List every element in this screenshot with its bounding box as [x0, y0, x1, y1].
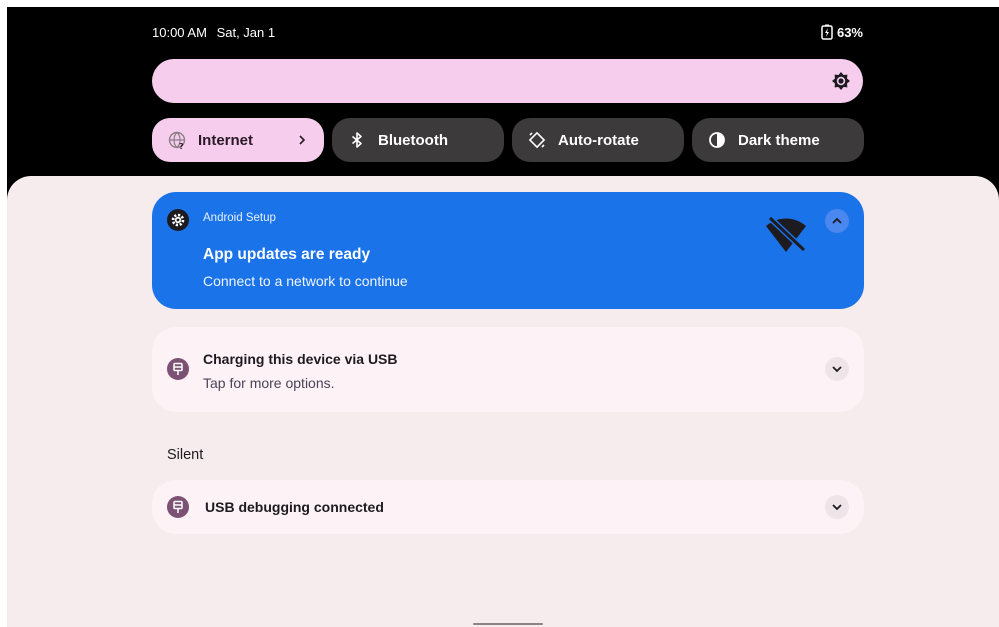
svg-text:?: ?: [179, 142, 184, 149]
shade-drag-handle[interactable]: [473, 623, 543, 625]
notification-title: App updates are ready: [203, 246, 371, 263]
chevron-up-icon: [832, 217, 842, 224]
wifi-unknown-icon: ?: [168, 131, 186, 149]
brightness-icon: [832, 72, 850, 90]
notification-text: Connect to a network to continue: [203, 273, 408, 289]
tile-auto-rotate[interactable]: Auto-rotate: [512, 118, 684, 162]
expand-button[interactable]: [825, 357, 849, 381]
notification-title: Charging this device via USB: [203, 351, 398, 367]
dark-theme-icon: [709, 132, 725, 148]
battery-charging-icon: [821, 24, 833, 40]
expand-button[interactable]: [825, 495, 849, 519]
notification-android-setup[interactable]: Android Setup App updates are ready Conn…: [152, 192, 864, 309]
settings-gear-icon: [167, 209, 189, 231]
tile-bluetooth[interactable]: Bluetooth: [332, 118, 504, 162]
notification-app-name: Android Setup: [203, 212, 276, 224]
notification-usb-charging[interactable]: Charging this device via USB Tap for mor…: [152, 327, 864, 412]
quick-settings-tiles: ? Internet Bluetooth Auto-rotate Dark th…: [152, 118, 864, 162]
status-bar: 10:00 AM Sat, Jan 1 63%: [152, 21, 863, 43]
status-date: Sat, Jan 1: [216, 24, 276, 40]
wifi-off-icon: [766, 215, 807, 253]
chevron-down-icon: [832, 366, 842, 373]
collapse-button[interactable]: [825, 209, 849, 233]
status-time-date: 10:00 AM Sat, Jan 1: [152, 25, 281, 40]
bluetooth-icon: [351, 132, 362, 148]
battery-indicator: 63%: [821, 24, 863, 40]
tile-internet[interactable]: ? Internet: [152, 118, 324, 162]
tile-bluetooth-label: Bluetooth: [378, 131, 448, 149]
tile-internet-label: Internet: [198, 131, 254, 149]
notification-text: Tap for more options.: [203, 375, 335, 391]
status-time: 10:00 AM: [152, 24, 207, 40]
notification-usb-debugging[interactable]: USB debugging connected: [152, 480, 864, 534]
chevron-down-icon: [832, 504, 842, 511]
auto-rotate-icon: [528, 131, 546, 149]
brightness-slider[interactable]: [152, 59, 863, 103]
usb-icon: [167, 496, 189, 518]
tile-auto-rotate-label: Auto-rotate: [558, 131, 639, 149]
tile-dark-theme[interactable]: Dark theme: [692, 118, 864, 162]
section-label-silent: Silent: [167, 447, 204, 463]
battery-level: 63%: [836, 24, 863, 40]
usb-icon: [167, 358, 189, 380]
screen: 10:00 AM Sat, Jan 1 63% ? Internet Bluet…: [7, 7, 999, 627]
notification-title: USB debugging connected: [205, 499, 384, 515]
chevron-right-icon: [299, 135, 306, 145]
tile-dark-theme-label: Dark theme: [738, 131, 820, 149]
